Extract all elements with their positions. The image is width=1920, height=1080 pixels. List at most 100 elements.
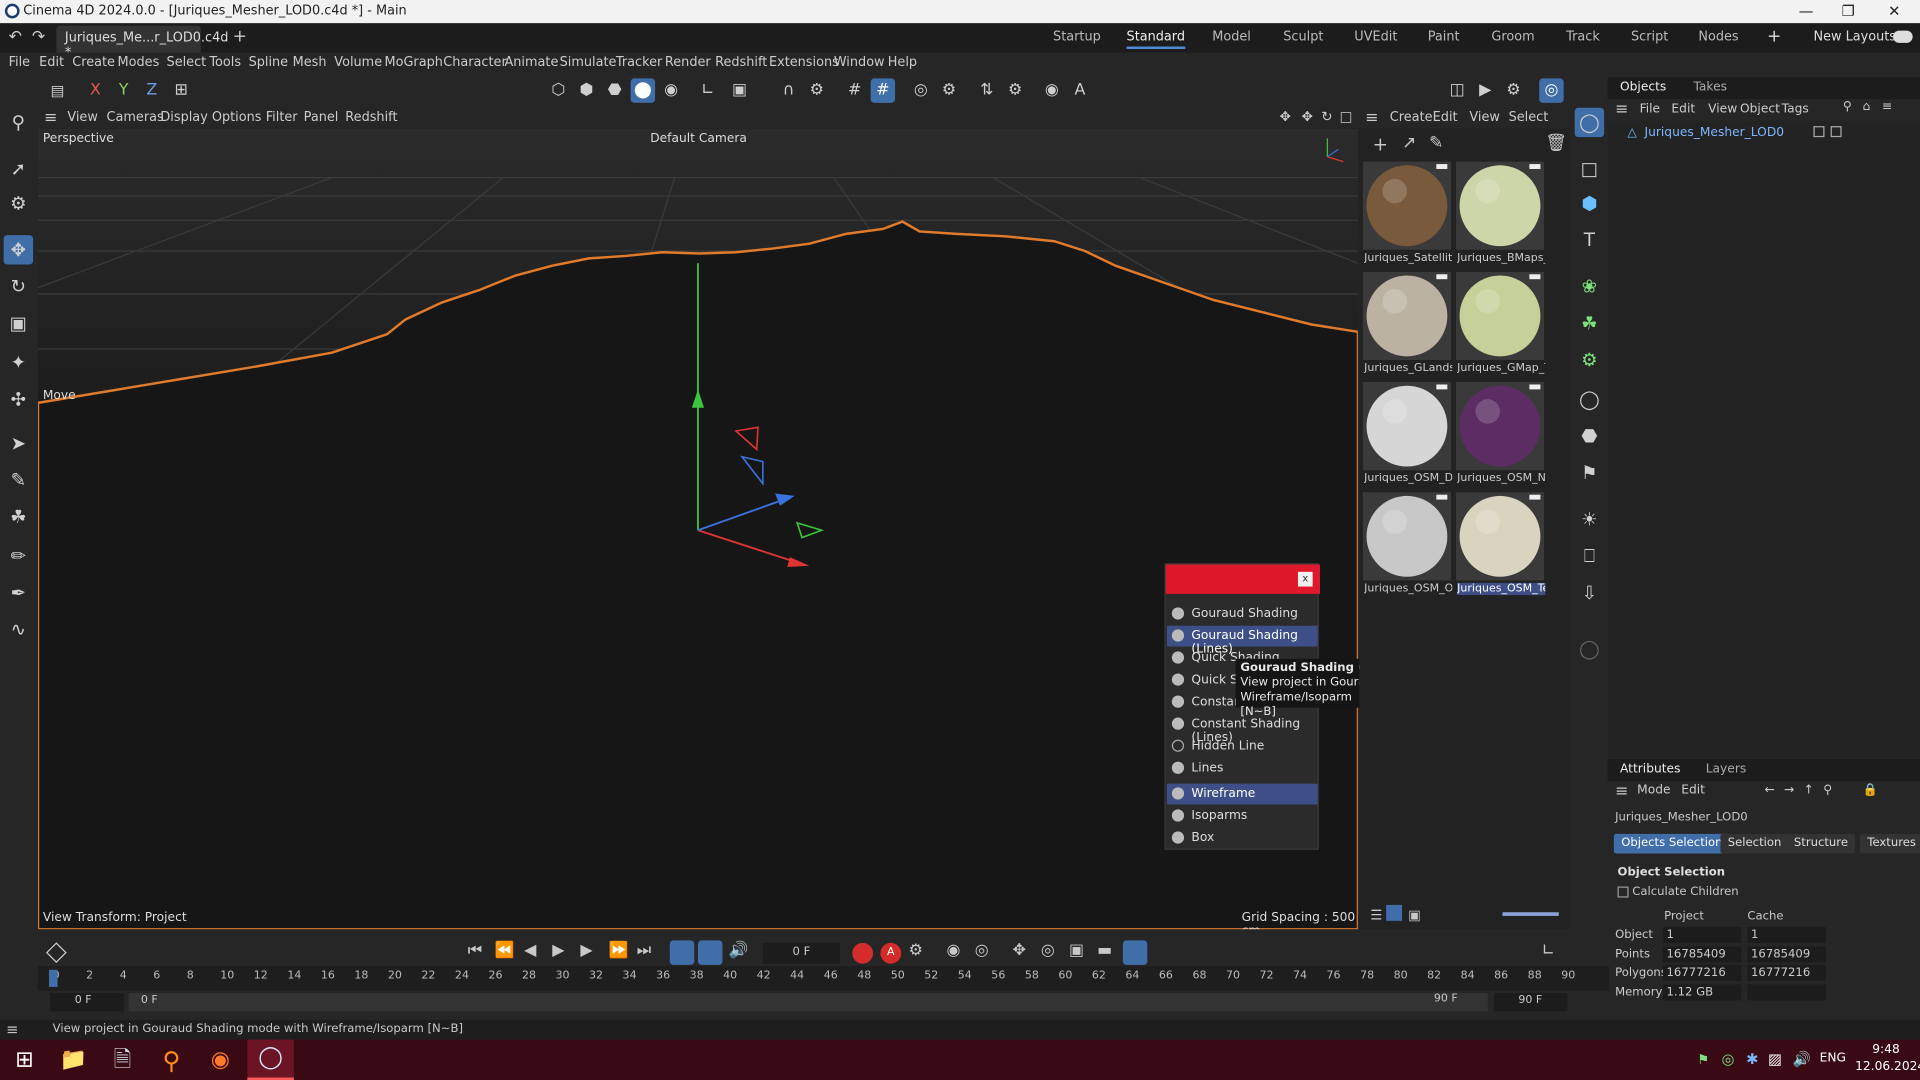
wifi-icon[interactable]: ▨	[1768, 1051, 1782, 1068]
tweak-icon[interactable]: ⚙	[4, 189, 33, 218]
uv-mode-icon[interactable]: ◉	[659, 78, 683, 102]
up-arrow-icon[interactable]: ↑	[1804, 784, 1814, 797]
menu-spline[interactable]: Spline	[249, 55, 289, 70]
snap-settings-icon[interactable]: ⚙	[937, 78, 961, 102]
render-to-viewer-icon[interactable]: ▶	[1473, 78, 1497, 102]
thumbnail-size-slider[interactable]	[1502, 912, 1559, 916]
layout-tab-paint[interactable]: Paint	[1428, 29, 1460, 44]
scene-icon[interactable]: ⚑	[1575, 458, 1604, 487]
objects-tab-objects[interactable]: Objects	[1620, 81, 1666, 94]
layout-tab-nodes[interactable]: Nodes	[1698, 29, 1738, 44]
status-menu-icon[interactable]: ≡	[6, 1021, 18, 1038]
knife-icon[interactable]: ✎	[4, 465, 33, 494]
shading-option[interactable]: Lines	[1167, 758, 1318, 779]
field-icon[interactable]: ◯	[1575, 384, 1604, 413]
viewport-pan-icon[interactable]: ✥	[1280, 109, 1291, 125]
grid-icon[interactable]: #	[842, 78, 866, 102]
layout-tab-groom[interactable]: Groom	[1491, 29, 1534, 44]
polygons-mode-icon[interactable]: ⬣	[602, 78, 626, 102]
clock-date[interactable]: 12.06.2024	[1855, 1060, 1920, 1073]
material-item[interactable]: Juriques_OSM_DA	[1362, 382, 1452, 487]
render-view-icon[interactable]: ◫	[1445, 78, 1469, 102]
objects-filter-icon[interactable]: ≡	[1882, 100, 1892, 113]
menu-volume[interactable]: Volume	[334, 55, 382, 70]
shading-option[interactable]: Hidden Line	[1167, 736, 1318, 757]
layout-tab-script[interactable]: Script	[1631, 29, 1668, 44]
redo-icon[interactable]: ↷	[32, 28, 45, 46]
play-icon[interactable]: ▶	[552, 942, 564, 960]
render-icon[interactable]: A	[1068, 78, 1092, 102]
timeline-editor-icon[interactable]: ∟	[1542, 942, 1555, 960]
sound-icon[interactable]: 🔊	[729, 942, 749, 960]
attributes-menu-mode[interactable]: Mode	[1637, 784, 1670, 797]
new-layouts-label[interactable]: New Layouts	[1813, 29, 1896, 44]
axis-mode-icon[interactable]: ∟	[696, 78, 720, 102]
file-explorer-icon[interactable]: 📁	[56, 1043, 90, 1077]
start-frame-field[interactable]: 0 F	[50, 993, 124, 1012]
material-swatch[interactable]	[1455, 492, 1545, 581]
material-swatch[interactable]	[1362, 271, 1452, 360]
cube-icon[interactable]: □	[1575, 154, 1604, 183]
key-settings-icon[interactable]: ⚙	[909, 942, 923, 960]
menu-window[interactable]: Window	[834, 55, 885, 70]
objects-menu-tags[interactable]: Tags	[1782, 103, 1809, 116]
move-icon[interactable]: ✥	[3, 235, 34, 265]
material-swatch[interactable]	[1362, 161, 1452, 250]
cinema4d-taskbar-icon[interactable]: ◯	[247, 1039, 294, 1080]
autokey-button[interactable]: A	[880, 942, 902, 964]
tag-icon[interactable]	[1830, 126, 1842, 138]
objects-menu-edit[interactable]: Edit	[1671, 103, 1695, 116]
snap-grid-icon[interactable]: #	[870, 78, 896, 103]
next-frame-icon[interactable]: ▶	[580, 942, 592, 960]
material-swatch[interactable]	[1455, 161, 1545, 250]
record-pla-icon[interactable]: ▣	[1069, 942, 1084, 960]
primitive-icon[interactable]: ⬢	[1575, 189, 1604, 218]
menu-simulate[interactable]: Simulate	[560, 55, 617, 70]
end-frame-field[interactable]: 90 F	[1493, 993, 1568, 1012]
volume-icon[interactable]: 🔊	[1793, 1051, 1811, 1068]
layout-toggle[interactable]	[1893, 30, 1913, 43]
objects-tab-takes[interactable]: Takes	[1693, 81, 1727, 94]
record-param-icon[interactable]: ◎	[1041, 942, 1055, 960]
material-menu-view[interactable]: View	[1469, 110, 1500, 125]
object-name[interactable]: Juriques_Mesher_LOD0	[1644, 126, 1784, 139]
menu-help[interactable]: Help	[888, 55, 917, 70]
render-tag-icon[interactable]: ⇩	[1575, 578, 1604, 607]
camera-icon[interactable]: ⎕	[1575, 541, 1604, 570]
edges-mode-icon[interactable]: ⬢	[574, 78, 598, 102]
back-arrow-icon[interactable]: ←	[1764, 784, 1774, 797]
material-menu-create[interactable]: Create	[1390, 110, 1433, 125]
snap-transform-icon[interactable]: ✣	[4, 384, 33, 413]
attribute-subtab[interactable]: Selection	[1720, 833, 1789, 854]
camera-label[interactable]: Default Camera	[650, 132, 747, 145]
search-app-icon[interactable]: ⚲	[154, 1043, 188, 1077]
next-key-icon[interactable]: ⏩	[609, 942, 629, 960]
add-layout-icon[interactable]: +	[1767, 27, 1781, 47]
viewport-hamburger-icon[interactable]: ≡	[44, 109, 57, 127]
record-keys-button[interactable]	[852, 942, 874, 964]
material-item[interactable]: Juriques_OSM_Te	[1455, 492, 1546, 597]
visibility-toggle[interactable]	[1813, 126, 1825, 138]
display-option[interactable]: Isoparms	[1167, 806, 1318, 827]
viewport-menu-filter[interactable]: Filter	[266, 110, 298, 125]
viewport-maximize-icon[interactable]: □	[1340, 109, 1353, 125]
x-axis-toggle[interactable]: X	[83, 78, 107, 102]
viewport-menu-view[interactable]: View	[67, 110, 98, 125]
attribute-subtab[interactable]: Textures	[1860, 833, 1920, 854]
material-item[interactable]: Juriques_BMaps_F	[1455, 161, 1545, 267]
material-item[interactable]: Juriques_GMap_Te	[1455, 271, 1545, 377]
close-icon[interactable]: ✕	[1888, 2, 1900, 19]
deformer-icon[interactable]: ⚙	[1575, 345, 1604, 374]
menu-mesh[interactable]: Mesh	[293, 55, 327, 70]
menu-redshift[interactable]: Redshift	[715, 55, 767, 70]
windows-start-icon[interactable]: ⊞	[7, 1043, 41, 1077]
material-item[interactable]: Juriques_Satellite_	[1362, 161, 1452, 267]
material-menu-select[interactable]: Select	[1509, 110, 1549, 125]
tray-app-icon[interactable]: ◎	[1722, 1051, 1735, 1068]
viewport-menu-cameras[interactable]: Cameras	[107, 110, 164, 125]
preview-start-field[interactable]: 0 F	[128, 993, 1488, 1012]
menu-character[interactable]: Character	[443, 55, 506, 70]
viewport-menu-panel[interactable]: Panel	[304, 110, 339, 125]
menu-modes[interactable]: Modes	[118, 55, 160, 70]
timeline-ruler[interactable]: 0246810121416182022242628303234363840424…	[37, 966, 1609, 991]
